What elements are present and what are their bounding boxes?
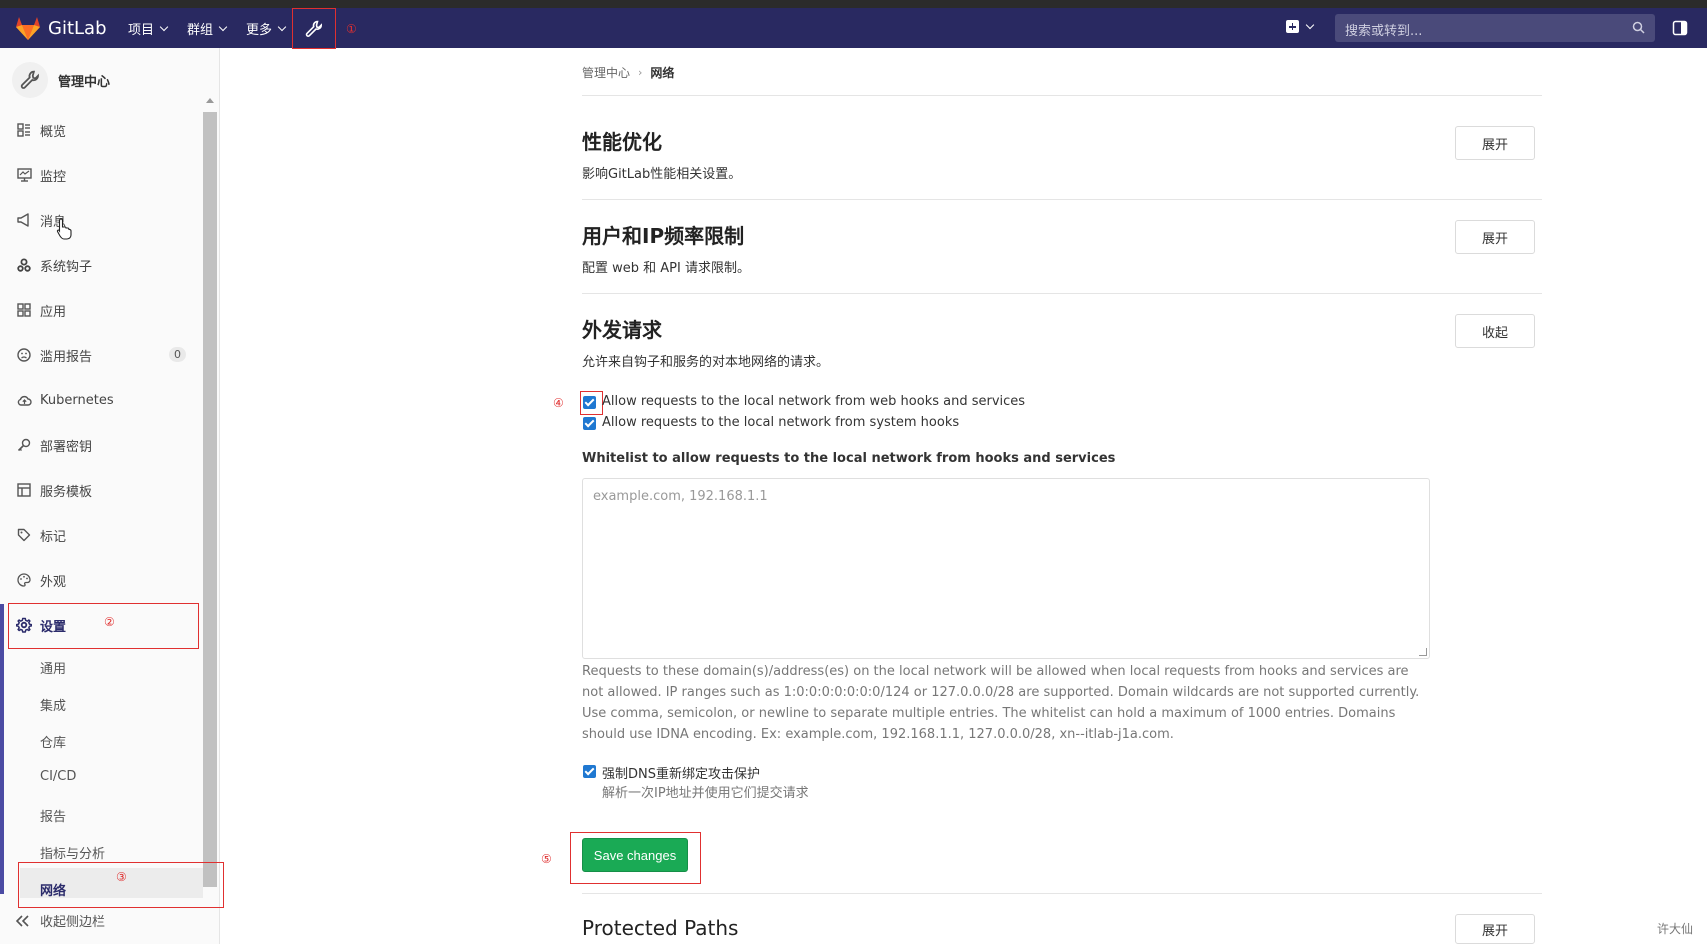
admin-sidebar: 管理中心 概览 监控 消息 系统钩子 应用 滥用报告 0 Kubernetes … — [0, 48, 224, 944]
checkbox-dns-rebinding[interactable] — [583, 765, 596, 778]
annotation-marker-1: ① — [346, 22, 357, 36]
sidebar-subitem-integrations[interactable]: 集成 — [40, 695, 66, 714]
chevron-down-icon — [277, 22, 287, 31]
divider — [582, 199, 1542, 200]
sidebar-item-applications[interactable]: 应用 — [0, 290, 200, 330]
section-title-protected-paths: Protected Paths — [582, 916, 739, 940]
whitelist-help-text: Requests to these domain(s)/address(es) … — [582, 664, 1420, 742]
abuse-count-badge: 0 — [169, 347, 186, 362]
sidebar-item-overview[interactable]: 概览 — [0, 110, 200, 150]
new-dropdown-button[interactable] — [1286, 20, 1315, 33]
checkbox-webhooks-local[interactable] — [583, 396, 596, 409]
sidebar-header[interactable]: 管理中心 — [12, 62, 110, 98]
sidebar-item-abuse-reports[interactable]: 滥用报告 0 — [0, 335, 200, 375]
checkbox-dns-label[interactable]: 强制DNS重新绑定攻击保护 — [602, 763, 760, 782]
nav-menu-groups[interactable]: 群组 — [187, 19, 228, 38]
sidebar-subitem-repository[interactable]: 仓库 — [40, 732, 66, 751]
brand-name[interactable]: GitLab — [48, 18, 107, 39]
sidebar-subitem-cicd[interactable]: CI/CD — [40, 769, 76, 784]
template-icon — [16, 482, 32, 498]
sidebar-item-deploy-keys[interactable]: 部署密钥 — [0, 425, 200, 465]
monitor-icon — [16, 167, 32, 183]
checkbox-system-hooks-local[interactable] — [583, 417, 596, 430]
active-indicator-bar — [0, 604, 4, 894]
section-title-rate-limits: 用户和IP频率限制 — [582, 224, 745, 248]
sidebar-title: 管理中心 — [58, 74, 111, 90]
breadcrumb-current: 网络 — [650, 66, 675, 80]
apps-icon — [16, 302, 32, 318]
sidebar-item-system-hooks[interactable]: 系统钩子 — [0, 245, 200, 285]
expand-rate-limits-button[interactable]: 展开 — [1455, 220, 1535, 254]
hook-icon — [16, 257, 32, 273]
broadcast-icon — [16, 212, 32, 228]
divider — [582, 293, 1542, 294]
checkbox-webhooks-label[interactable]: Allow requests to the local network from… — [602, 394, 1025, 409]
chevron-down-icon — [159, 22, 169, 31]
resize-handle-icon[interactable] — [1419, 648, 1427, 656]
section-desc-outbound: 允许来自钩子和服务的对本地网络的请求。 — [582, 355, 830, 370]
key-icon — [16, 437, 32, 453]
watermark: 许大仙 — [1657, 922, 1694, 936]
section-desc-rate-limits: 配置 web 和 API 请求限制。 — [582, 261, 750, 276]
mouse-pointer-icon — [56, 218, 72, 240]
annotation-box-network — [18, 862, 224, 908]
whitelist-label: Whitelist to allow requests to the local… — [582, 451, 1116, 466]
sidebar-subitem-metrics[interactable]: 指标与分析 — [40, 843, 105, 862]
annotation-marker-4: ④ — [553, 396, 564, 410]
search-icon — [1632, 21, 1645, 34]
sidebar-subitem-general[interactable]: 通用 — [40, 658, 66, 677]
nav-menu-projects[interactable]: 项目 — [128, 19, 169, 38]
wrench-icon — [20, 70, 39, 89]
sidebar-toggle-icon[interactable] — [1672, 20, 1688, 36]
search-input[interactable]: 搜索或转到... — [1335, 14, 1655, 42]
cloud-icon — [16, 392, 32, 408]
sidebar-item-messages[interactable]: 消息 — [0, 200, 200, 240]
chevron-down-icon — [1305, 20, 1315, 29]
annotation-marker-5: ⑤ — [541, 852, 552, 866]
sidebar-item-appearance[interactable]: 外观 — [0, 560, 200, 600]
collapse-sidebar-button[interactable]: 收起侧边栏 — [16, 911, 105, 930]
breadcrumb: 管理中心 › 网络 — [582, 64, 674, 81]
palette-icon — [16, 572, 32, 588]
dns-help-text: 解析一次IP地址并使用它们提交请求 — [602, 786, 809, 801]
section-title-performance: 性能优化 — [582, 130, 662, 154]
annotation-box-settings — [8, 603, 199, 649]
sidebar-item-service-templates[interactable]: 服务模板 — [0, 470, 200, 510]
whitelist-textarea[interactable]: example.com, 192.168.1.1 — [582, 478, 1430, 659]
collapse-outbound-button[interactable]: 收起 — [1455, 314, 1535, 348]
wrench-icon — [305, 20, 323, 37]
sidebar-item-monitoring[interactable]: 监控 — [0, 155, 200, 195]
chevron-down-icon — [218, 22, 228, 31]
window-top-strip — [0, 0, 1707, 8]
divider — [582, 95, 1542, 96]
abuse-icon — [16, 347, 32, 363]
save-changes-button[interactable]: Save changes — [582, 838, 688, 872]
expand-protected-paths-button[interactable]: 展开 — [1455, 914, 1535, 944]
top-navbar: GitLab 项目 群组 更多 ① 搜索或转到... — [0, 8, 1707, 49]
breadcrumb-parent[interactable]: 管理中心 — [582, 64, 630, 81]
checkbox-system-hooks-label[interactable]: Allow requests to the local network from… — [602, 415, 959, 430]
sidebar-scrollbar[interactable] — [203, 112, 217, 887]
sidebar-subitem-reporting[interactable]: 报告 — [40, 806, 66, 825]
label-icon — [16, 527, 32, 543]
divider — [582, 893, 1542, 894]
overview-icon — [16, 122, 32, 138]
gitlab-logo-icon[interactable] — [14, 15, 42, 41]
section-desc-performance: 影响GitLab性能相关设置。 — [582, 167, 742, 182]
nav-menu-more[interactable]: 更多 — [246, 19, 287, 38]
sidebar-item-kubernetes[interactable]: Kubernetes — [0, 380, 200, 420]
chevron-right-icon: › — [638, 66, 643, 79]
expand-performance-button[interactable]: 展开 — [1455, 126, 1535, 160]
sidebar-item-labels[interactable]: 标记 — [0, 515, 200, 555]
section-title-outbound: 外发请求 — [582, 318, 662, 342]
admin-avatar — [12, 62, 48, 98]
scroll-up-arrow[interactable] — [206, 98, 214, 103]
plus-icon — [1286, 20, 1299, 33]
double-chevron-left-icon — [16, 914, 29, 927]
admin-area-button[interactable] — [292, 8, 336, 49]
